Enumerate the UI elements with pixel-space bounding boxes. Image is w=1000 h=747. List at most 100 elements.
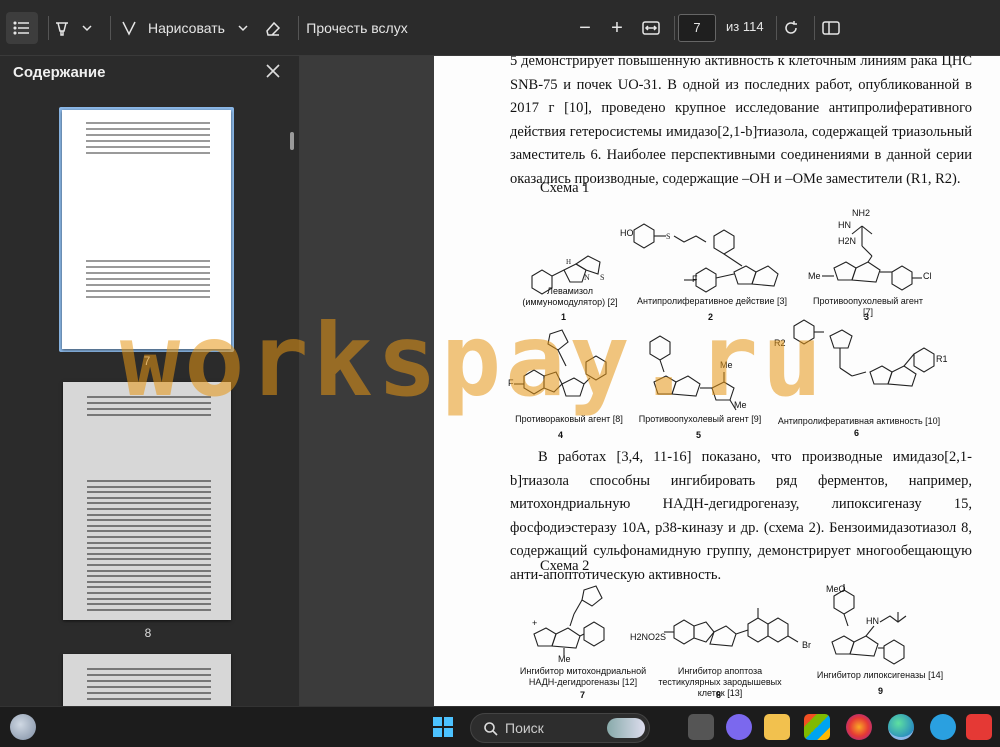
eraser-icon xyxy=(266,21,281,36)
molecule-5-number: 5 xyxy=(696,430,702,440)
pdf-reader-icon[interactable] xyxy=(966,714,992,740)
chem-ho: HO xyxy=(620,228,634,238)
thumbnail-text-line xyxy=(87,603,211,606)
thumbnail-text-line xyxy=(87,558,211,561)
thumbnail-text-line xyxy=(86,296,210,298)
close-icon xyxy=(266,64,280,78)
rotate-icon xyxy=(785,21,797,34)
thumbnail-text-line xyxy=(86,134,210,136)
molecule-6-label: Антипролиферативная активность [10] xyxy=(777,416,941,426)
thumbnail-text-line xyxy=(86,122,210,124)
file-explorer-icon[interactable] xyxy=(764,714,790,740)
thumbnail-text-line xyxy=(87,547,211,550)
scheme-2-title: Схема 2 xyxy=(540,558,590,574)
read-aloud-label: Прочесть вслух xyxy=(306,20,408,36)
pdf-page: 5 демонстрирует повышенную активность к … xyxy=(434,56,1000,706)
svg-text:S: S xyxy=(666,232,670,241)
thumbnail-text-line xyxy=(87,541,211,544)
page-view-button[interactable] xyxy=(818,12,844,44)
sidebar-scrollbar[interactable] xyxy=(290,132,294,150)
thumbnail-text-line xyxy=(87,592,211,594)
edge-browser-icon[interactable] xyxy=(888,714,914,740)
thumbnail-text-line xyxy=(87,502,211,505)
microsoft-store-icon[interactable] xyxy=(804,714,830,740)
svg-text:H: H xyxy=(566,258,571,266)
search-highlight-icon xyxy=(607,718,645,738)
molecule-9-label: Ингибитор липоксигеназы [14] xyxy=(816,670,944,680)
fit-width-icon xyxy=(642,21,660,35)
thumbnail-text-line xyxy=(87,552,211,555)
thumbnail-text-line xyxy=(86,128,210,130)
thumbnail-text-line xyxy=(87,402,211,404)
molecule-1-label: Левамизол (иммуномодулятор) [2] xyxy=(522,286,618,307)
colorful-app-icon[interactable] xyxy=(846,714,872,740)
zoom-out-button[interactable]: − xyxy=(572,12,598,44)
thumbnail-text-line xyxy=(87,513,211,516)
rotate-button[interactable] xyxy=(778,12,804,44)
close-sidebar-button[interactable] xyxy=(264,62,284,82)
page-thumbnail-8[interactable] xyxy=(63,382,231,620)
page-number-input[interactable]: 7 xyxy=(678,14,716,42)
chem-r1: R1 xyxy=(936,354,948,364)
two-page-icon xyxy=(822,21,840,35)
chem-me-5b: Me xyxy=(734,400,747,410)
draw-button[interactable]: Нарисовать xyxy=(120,12,232,44)
thumbnail-text-line xyxy=(87,480,211,482)
chem-r2: R2 xyxy=(774,338,786,348)
molecule-1-number: 1 xyxy=(561,312,567,322)
document-viewer[interactable]: 5 демонстрирует повышенную активность к … xyxy=(300,56,1000,706)
sidebar-title: Содержание xyxy=(13,64,106,81)
pdf-toolbar: Нарисовать Прочесть вслух − + 7 из 114 xyxy=(0,0,1000,56)
thumbnail-text-line xyxy=(87,692,211,694)
chem-plus: + xyxy=(532,618,538,628)
fit-page-button[interactable] xyxy=(638,12,664,44)
molecule-2-number: 2 xyxy=(708,312,714,322)
chem-cl: Cl xyxy=(923,271,932,281)
search-icon xyxy=(484,722,498,736)
page-thumbnail-9[interactable] xyxy=(63,654,231,706)
molecule-7-label: Ингибитор митохондриальной НАДН-дегидрог… xyxy=(519,666,647,687)
chem-nh2: NH2 xyxy=(852,208,871,218)
taskbar-search-box[interactable]: Поиск xyxy=(470,713,650,743)
thumbnail-text-line xyxy=(86,152,210,154)
read-aloud-button[interactable]: Прочесть вслух xyxy=(302,12,412,44)
page-thumbnail-7[interactable] xyxy=(62,110,231,349)
thumbnail-text-line xyxy=(87,508,211,510)
chem-me-7: Me xyxy=(558,654,571,664)
highlight-button[interactable] xyxy=(50,12,74,44)
start-menu-icon[interactable] xyxy=(430,714,456,740)
weather-widget-icon[interactable] xyxy=(10,714,36,740)
erase-button[interactable] xyxy=(260,12,286,44)
scheme-1-title: Схема 1 xyxy=(540,180,590,196)
thumbnail-text-line xyxy=(87,530,211,533)
teams-chat-icon[interactable] xyxy=(726,714,752,740)
thumbnail-text-line xyxy=(86,266,210,268)
thumbnail-text-line xyxy=(87,680,211,682)
zoom-in-button[interactable]: + xyxy=(604,12,630,44)
chem-br: Br xyxy=(802,640,811,650)
windows-taskbar: Поиск xyxy=(0,706,1000,747)
contents-toggle-button[interactable] xyxy=(6,12,38,44)
thumbnail-text-line xyxy=(87,485,211,488)
total-pages: из 114 xyxy=(726,19,764,34)
chem-hn: HN xyxy=(838,220,851,230)
chevron-down-icon xyxy=(238,25,248,32)
chem-meo: MeO xyxy=(826,584,846,594)
thumbnail-text-line xyxy=(87,569,211,572)
molecule-4-label: Противораковый агент [8] xyxy=(515,414,623,424)
svg-text:N: N xyxy=(584,273,590,282)
thumbnail-text-line xyxy=(87,597,211,600)
thumbnail-text-line xyxy=(87,519,211,522)
thumbnail-text-line xyxy=(87,396,211,398)
task-view-icon[interactable] xyxy=(688,714,714,740)
telegram-icon[interactable] xyxy=(930,714,956,740)
thumbnail-text-line xyxy=(87,496,211,499)
draw-label: Нарисовать xyxy=(148,20,225,36)
highlight-dropdown-button[interactable] xyxy=(78,12,96,44)
chem-hn-9: HN xyxy=(866,616,879,626)
thumbnail-text-line xyxy=(87,491,211,494)
molecule-7-number: 7 xyxy=(580,690,586,700)
draw-dropdown-button[interactable] xyxy=(234,12,252,44)
contents-sidebar: Содержание 7 8 xyxy=(0,56,300,706)
thumbnail-text-line xyxy=(87,524,211,527)
